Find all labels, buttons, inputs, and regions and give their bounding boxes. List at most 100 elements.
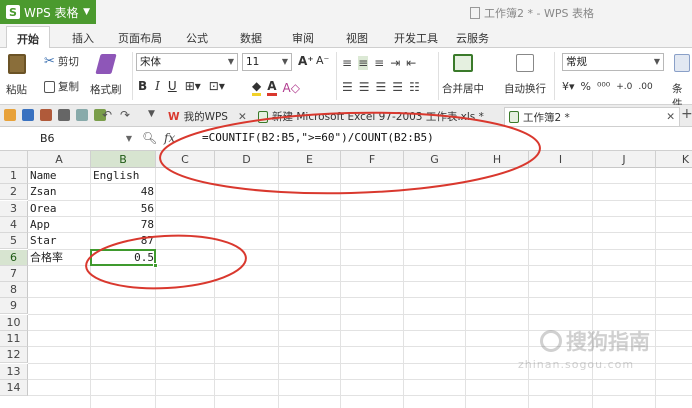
doc-tab-workbook2[interactable]: 工作簿2 * ✕ xyxy=(504,107,680,126)
formula-input[interactable]: =COUNTIF(B2:B5,">=60")/COUNT(B2:B5) xyxy=(202,131,434,144)
cell-a3[interactable]: Orea xyxy=(28,201,91,217)
cell-a1[interactable]: Name xyxy=(28,168,91,184)
outdent-icon[interactable]: ⇤ xyxy=(406,56,416,70)
cell-b2[interactable]: 48 xyxy=(91,184,156,200)
align-right-icon[interactable]: ☰ xyxy=(376,80,387,94)
align-bottom-icon[interactable]: ≡ xyxy=(374,56,384,70)
print-preview-icon[interactable] xyxy=(76,109,88,121)
row-header-13[interactable]: 13 xyxy=(0,363,28,380)
close-icon[interactable]: ✕ xyxy=(666,111,675,123)
tab-insert[interactable]: 插入 xyxy=(72,30,94,46)
cell-b3[interactable]: 56 xyxy=(91,201,156,217)
row-header-8[interactable]: 8 xyxy=(0,282,28,299)
doc-tab-my-wps[interactable]: W 我的WPS ✕ xyxy=(164,107,251,126)
open-folder-icon[interactable] xyxy=(4,109,16,121)
fill-handle[interactable] xyxy=(153,262,158,268)
new-tab-icon[interactable]: + xyxy=(681,106,692,122)
font-name-select[interactable]: 宋体 ▼ xyxy=(136,53,238,71)
column-header-k[interactable]: K xyxy=(656,151,692,168)
row-header-3[interactable]: 3 xyxy=(0,200,28,217)
export-pdf-icon[interactable] xyxy=(40,109,52,121)
decrease-decimal-icon[interactable]: .00 xyxy=(638,82,652,92)
save-icon[interactable] xyxy=(22,109,34,121)
row-header-2[interactable]: 2 xyxy=(0,184,28,201)
row-header-1[interactable]: 1 xyxy=(0,168,28,184)
merge-icon[interactable]: ⊡▾ xyxy=(209,79,225,93)
cell-b5[interactable]: 87 xyxy=(91,233,156,249)
tab-page-layout[interactable]: 页面布局 xyxy=(118,30,162,46)
align-left-icon[interactable]: ☰ xyxy=(342,80,353,94)
row-header-6[interactable]: 6 xyxy=(0,249,28,266)
font-shrink-button[interactable]: A⁻ xyxy=(316,54,329,67)
tab-formulas[interactable]: 公式 xyxy=(186,30,208,46)
name-box[interactable]: B6 ▼ xyxy=(4,130,134,148)
tab-developer[interactable]: 开发工具 xyxy=(394,30,438,46)
column-header-h[interactable]: H xyxy=(466,151,529,168)
column-header-e[interactable]: E xyxy=(279,151,341,168)
copy-button[interactable]: 复制 xyxy=(44,79,79,94)
conditional-format-button[interactable]: 条件 xyxy=(672,54,692,111)
align-middle-icon[interactable]: ≡ xyxy=(358,56,369,70)
align-center-icon[interactable]: ☰ xyxy=(359,80,370,94)
row-header-7[interactable]: 7 xyxy=(0,265,28,282)
doc-tab-excel-xls[interactable]: 新建 Microsoft Excel 97-2003 工作表.xls * xyxy=(254,107,488,126)
cut-button[interactable]: ✂ 剪切 xyxy=(44,54,79,69)
cell-b1[interactable]: English xyxy=(91,168,156,184)
underline-icon[interactable]: U xyxy=(168,79,177,93)
paste-button[interactable]: 粘贴 xyxy=(6,54,27,97)
app-menu-button[interactable]: S WPS 表格 ▼ xyxy=(0,0,96,24)
print-icon[interactable] xyxy=(58,109,70,121)
tab-view[interactable]: 视图 xyxy=(346,30,368,46)
border-icon[interactable]: ⊞▾ xyxy=(185,79,201,93)
fill-color-icon[interactable]: ◆ xyxy=(252,79,262,96)
chevron-down-icon[interactable]: ▼ xyxy=(148,109,155,119)
column-header-d[interactable]: D xyxy=(215,151,279,168)
cell-b4[interactable]: 78 xyxy=(91,217,156,233)
justify-icon[interactable]: ☰ xyxy=(392,80,403,94)
column-header-c[interactable]: C xyxy=(156,151,215,168)
comma-style-icon[interactable]: ⁰⁰⁰ xyxy=(597,80,610,93)
wrap-text-button[interactable]: 自动换行 xyxy=(504,54,546,96)
font-grow-button[interactable]: A⁺ xyxy=(298,54,314,68)
column-header-f[interactable]: F xyxy=(341,151,404,168)
cell-a2[interactable]: Zsan xyxy=(28,184,91,200)
align-top-icon[interactable]: ≡ xyxy=(342,56,352,70)
distribute-icon[interactable]: ☷ xyxy=(409,80,420,94)
undo-icon[interactable]: ↶ xyxy=(102,108,112,122)
tab-cloud[interactable]: 云服务 xyxy=(456,30,489,46)
column-header-a[interactable]: A xyxy=(28,151,91,168)
column-header-b[interactable]: B xyxy=(91,151,156,168)
row-header-5[interactable]: 5 xyxy=(0,233,28,250)
tab-home[interactable]: 开始 xyxy=(6,26,50,49)
tab-data[interactable]: 数据 xyxy=(240,30,262,46)
cell-a5[interactable]: Star xyxy=(28,233,91,249)
redo-icon[interactable]: ↷ xyxy=(120,108,130,122)
search-icon[interactable]: 🔍︎ xyxy=(142,131,157,145)
column-header-i[interactable]: I xyxy=(529,151,593,168)
row-header-4[interactable]: 4 xyxy=(0,216,28,233)
font-size-select[interactable]: 11 ▼ xyxy=(242,53,292,71)
merge-center-button[interactable]: 合并居中 xyxy=(442,54,484,96)
row-header-14[interactable]: 14 xyxy=(0,379,28,396)
cell-a4[interactable]: App xyxy=(28,217,91,233)
row-header-9[interactable]: 9 xyxy=(0,298,28,315)
indent-icon[interactable]: ⇥ xyxy=(390,56,400,70)
select-all-corner[interactable] xyxy=(0,151,28,168)
tab-review[interactable]: 审阅 xyxy=(292,30,314,46)
column-header-j[interactable]: J xyxy=(593,151,656,168)
bold-icon[interactable]: B xyxy=(138,79,147,93)
format-painter-button[interactable]: 格式刷 xyxy=(90,54,122,97)
currency-icon[interactable]: ¥▾ xyxy=(562,80,575,93)
percent-button[interactable]: % xyxy=(581,80,591,93)
italic-icon[interactable]: I xyxy=(155,79,160,93)
insert-function-icon[interactable]: fx xyxy=(164,131,175,145)
row-header-11[interactable]: 11 xyxy=(0,331,28,347)
increase-decimal-icon[interactable]: +.0 xyxy=(616,82,632,92)
close-icon[interactable]: ✕ xyxy=(238,111,247,123)
row-header-12[interactable]: 12 xyxy=(0,347,28,364)
clear-format-icon[interactable]: A◇ xyxy=(283,81,300,95)
cell-a6[interactable]: 合格率 xyxy=(28,250,91,266)
font-color-icon[interactable]: A xyxy=(267,79,277,96)
number-format-select[interactable]: 常规 ▼ xyxy=(562,53,664,71)
row-header-10[interactable]: 10 xyxy=(0,314,28,331)
